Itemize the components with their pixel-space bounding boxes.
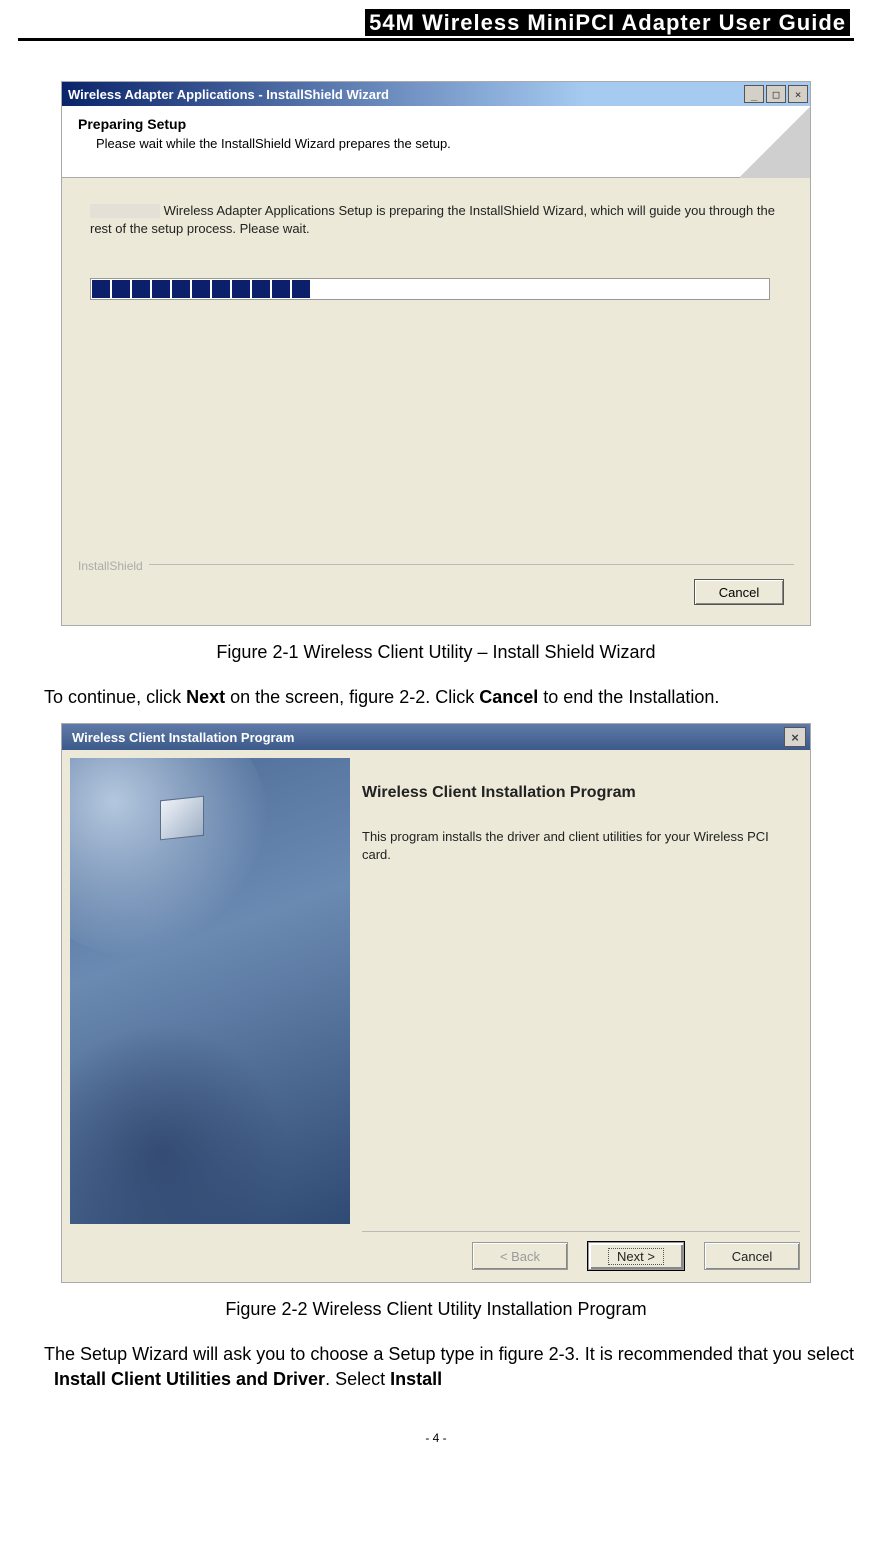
- box-icon: [160, 796, 204, 841]
- step-3-text-c: to end the Installation.: [538, 687, 719, 707]
- progress-segment: [212, 280, 230, 298]
- window-controls: _ □ ×: [744, 85, 810, 103]
- progress-segment: [132, 280, 150, 298]
- progress-segment: [192, 280, 210, 298]
- fig2-panel-desc: This program installs the driver and cli…: [362, 828, 800, 864]
- fig1-head-title: Preparing Setup: [78, 116, 794, 132]
- progress-segment: [92, 280, 110, 298]
- figure-2-1: Wireless Adapter Applications - InstallS…: [61, 81, 811, 626]
- progress-segment: [172, 280, 190, 298]
- step-3-bold-cancel: Cancel: [479, 687, 538, 707]
- cancel-button[interactable]: Cancel: [704, 1242, 800, 1270]
- fig2-titlebar: Wireless Client Installation Program ×: [62, 724, 810, 750]
- progress-segment: [232, 280, 250, 298]
- progress-segment: [252, 280, 270, 298]
- step-3-bold-next: Next: [186, 687, 225, 707]
- page-number: - 4 -: [18, 1431, 854, 1445]
- separator: [78, 564, 794, 565]
- step-3-text-a: To continue, click: [44, 687, 186, 707]
- fig2-content: Wireless Client Installation Program Thi…: [62, 750, 810, 1282]
- figure-2-2-caption: Figure 2-2 Wireless Client Utility Insta…: [18, 1299, 854, 1320]
- fig1-head-sub: Please wait while the InstallShield Wiza…: [96, 136, 794, 151]
- fig1-desc: Wireless Adapter Applications Setup is p…: [90, 202, 782, 238]
- fig1-body: Wireless Adapter Applications Setup is p…: [62, 178, 810, 324]
- cancel-button[interactable]: Cancel: [694, 579, 784, 605]
- maximize-button[interactable]: □: [766, 85, 786, 103]
- step-4-bold-b: Install: [390, 1369, 442, 1389]
- fig2-right-panel: Wireless Client Installation Program Thi…: [362, 764, 800, 1224]
- progress-bar: [90, 278, 770, 300]
- page-curl-decoration: [740, 106, 810, 178]
- step-4-bold-a: Install Client Utilities and Driver: [54, 1369, 325, 1389]
- fig2-panel-title: Wireless Client Installation Program: [362, 784, 800, 802]
- fig1-head-panel: Preparing Setup Please wait while the In…: [62, 106, 810, 178]
- step-3-number: 3.: [18, 685, 44, 709]
- progress-segment: [152, 280, 170, 298]
- step-4-text-b: . Select: [325, 1369, 390, 1389]
- step-4-number: 4.: [18, 1342, 44, 1366]
- fig1-window-title: Wireless Adapter Applications - InstallS…: [68, 87, 389, 102]
- figure-2-1-caption: Figure 2-1 Wireless Client Utility – Ins…: [18, 642, 854, 663]
- progress-segment: [272, 280, 290, 298]
- close-button[interactable]: ×: [788, 85, 808, 103]
- next-button[interactable]: Next >: [588, 1242, 684, 1270]
- step-3: 3.To continue, click Next on the screen,…: [18, 685, 854, 709]
- fig1-titlebar: Wireless Adapter Applications - InstallS…: [62, 82, 810, 106]
- fig1-desc-text: Wireless Adapter Applications Setup is p…: [90, 203, 775, 236]
- minimize-button[interactable]: _: [744, 85, 764, 103]
- doc-header: 54M Wireless MiniPCI Adapter User Guide: [18, 10, 854, 41]
- figure-2-2: Wireless Client Installation Program × W…: [61, 723, 811, 1283]
- installshield-brand: InstallShield: [78, 559, 149, 573]
- fig2-window-title: Wireless Client Installation Program: [72, 730, 294, 745]
- fig2-button-row: < Back Next > Cancel: [362, 1231, 800, 1270]
- step-4-text-a: The Setup Wizard will ask you to choose …: [44, 1344, 854, 1364]
- step-3-text-b: on the screen, figure 2-2. Click: [225, 687, 479, 707]
- doc-header-title: 54M Wireless MiniPCI Adapter User Guide: [365, 9, 850, 36]
- progress-segment: [292, 280, 310, 298]
- step-4: 4.The Setup Wizard will ask you to choos…: [18, 1342, 854, 1391]
- redacted-block: [90, 204, 160, 218]
- next-button-label: Next >: [608, 1248, 664, 1265]
- progress-segment: [112, 280, 130, 298]
- fig2-left-graphic: [70, 758, 350, 1224]
- close-button[interactable]: ×: [784, 727, 806, 747]
- back-button: < Back: [472, 1242, 568, 1270]
